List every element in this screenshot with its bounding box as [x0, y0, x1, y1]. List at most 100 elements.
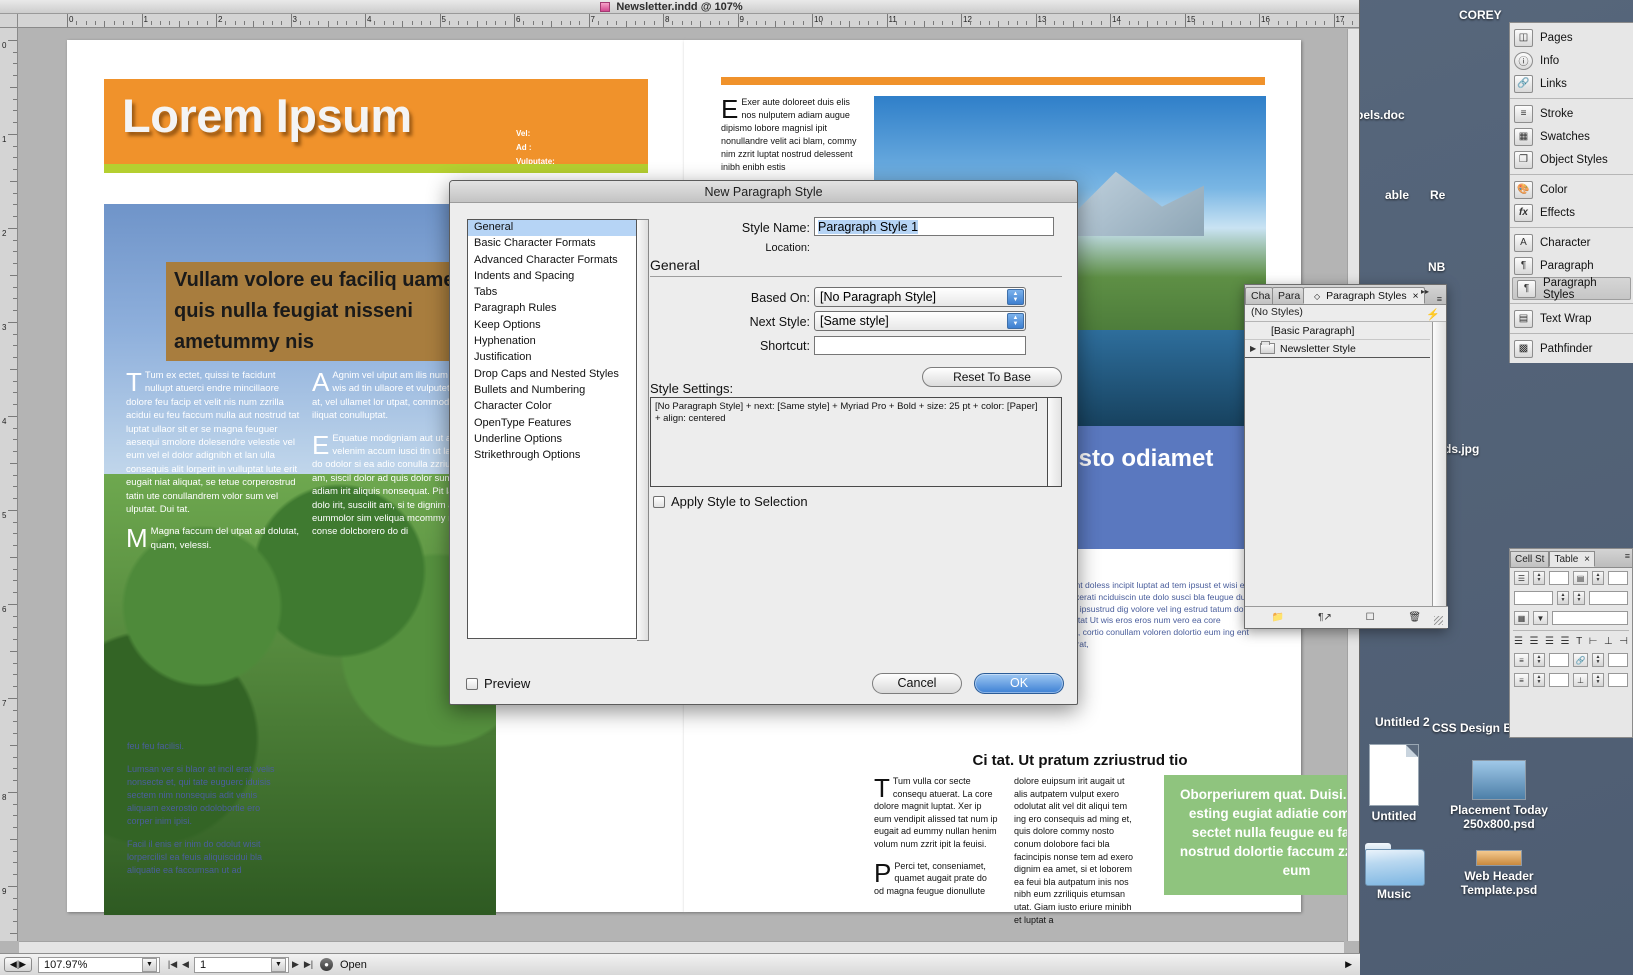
status-overflow-arrow[interactable]: ▶ — [1345, 959, 1352, 970]
tab-paragraph[interactable]: Para — [1272, 287, 1304, 304]
tab-paragraph-styles[interactable]: ◇ Paragraph Styles × — [1303, 287, 1425, 304]
new-doc-icon[interactable]: ☐ — [1366, 612, 1375, 623]
delete-icon[interactable]: 🗑 — [1408, 612, 1421, 623]
ok-button[interactable]: OK — [974, 673, 1064, 694]
close-icon[interactable]: × — [1413, 290, 1419, 302]
dialog-category-hyphenation[interactable]: Hyphenation — [468, 334, 636, 350]
expand-triangle-icon[interactable]: ▶ — [1250, 344, 1260, 353]
clear-overrides-icon[interactable]: ⚡ — [1426, 308, 1440, 321]
last-page-icon[interactable]: ▶| — [302, 959, 315, 970]
prev-page-icon[interactable]: ◀ — [179, 959, 192, 970]
dock-item-character[interactable]: A Character — [1510, 231, 1633, 254]
first-page-icon[interactable]: |◀ — [166, 959, 179, 970]
inset-bottom-icon[interactable]: ⊥ — [1604, 636, 1613, 647]
rows-icon[interactable]: ☰ — [1514, 571, 1529, 585]
row-height-stepper[interactable]: ▲ ▼ — [1533, 653, 1545, 667]
dock-item-pages[interactable]: ◫ Pages — [1510, 26, 1633, 49]
dialog-category-opentype-features[interactable]: OpenType Features — [468, 416, 636, 432]
desktop-icon-web-header-template[interactable]: Web Header Template.psd — [1440, 850, 1558, 898]
zoom-stepper-button[interactable]: ◀|▶ — [4, 957, 32, 972]
style-name-input[interactable]: Paragraph Style 1 — [814, 217, 1054, 236]
align-justify-icon[interactable]: ☰ — [1561, 636, 1570, 647]
resize-grip[interactable] — [1434, 616, 1443, 625]
tab-cell-styles[interactable]: Cell St — [1510, 551, 1550, 567]
columns-stepper[interactable]: ▲ ▼ — [1592, 571, 1604, 585]
new-group-icon[interactable]: 📁 — [1272, 612, 1284, 623]
inset-bottom-icon[interactable]: ⊥ — [1573, 673, 1588, 687]
dock-item-object-styles[interactable]: ❐ Object Styles — [1510, 148, 1633, 171]
collapse-panel-icon[interactable]: ▸▸ — [1421, 287, 1429, 296]
tab-table[interactable]: Table × — [1549, 551, 1595, 567]
dock-item-paragraph[interactable]: ¶ Paragraph — [1510, 254, 1633, 277]
row-height-input[interactable] — [1549, 653, 1569, 667]
desktop-icon-music[interactable]: Music — [1348, 840, 1440, 902]
dock-item-info[interactable]: ⓘ Info — [1510, 49, 1633, 72]
tab-character-styles[interactable]: Cha — [1245, 287, 1273, 304]
columns-icon[interactable]: ▤ — [1573, 571, 1588, 585]
dialog-category-underline-options[interactable]: Underline Options — [468, 432, 636, 448]
globe-icon[interactable]: ● — [320, 958, 333, 971]
dock-item-effects[interactable]: fx Effects — [1510, 201, 1633, 224]
cancel-button[interactable]: Cancel — [872, 673, 962, 694]
next-style-dropdown[interactable]: [Same style] ▲ ▼ — [814, 311, 1026, 331]
inset-input[interactable] — [1608, 653, 1628, 667]
dialog-category-indents-and-spacing[interactable]: Indents and Spacing — [468, 269, 636, 285]
dock-item-paragraph-styles[interactable]: ¶ Paragraph Styles — [1512, 277, 1631, 301]
width-stepper[interactable]: ▲ ▼ — [1573, 591, 1585, 605]
row-depth-input[interactable] — [1549, 673, 1569, 687]
desktop-icon-placement-today[interactable]: Placement Today 250x800.psd — [1440, 760, 1558, 832]
stepper-icon[interactable]: ▲ ▼ — [1007, 313, 1024, 329]
chevron-down-icon[interactable]: ▼ — [271, 957, 286, 972]
dialog-category-advanced-character-formats[interactable]: Advanced Character Formats — [468, 253, 636, 269]
rows-stepper[interactable]: ▲ ▼ — [1533, 571, 1545, 585]
align-top-icon[interactable]: ☰ — [1514, 636, 1523, 647]
panel-menu-icon[interactable]: ≡ — [1625, 551, 1630, 561]
inset-right-icon[interactable]: ⊣ — [1619, 636, 1628, 647]
width-input[interactable] — [1589, 591, 1628, 605]
horizontal-ruler[interactable]: 0 1 2 3 4 5 6 7 8 9 10 11 12 13 14 15 16 17 — [18, 14, 1359, 28]
ruler-corner[interactable] — [0, 14, 18, 28]
table-style-input[interactable] — [1552, 611, 1628, 625]
dialog-category-general[interactable]: General — [468, 220, 636, 237]
dock-item-pathfinder[interactable]: ▩ Pathfinder — [1510, 337, 1633, 360]
dock-item-color[interactable]: 🎨 Color — [1510, 178, 1633, 201]
style-row-newsletter-style[interactable]: ▶ Newsletter Style — [1245, 340, 1430, 358]
text-icon[interactable]: T — [1576, 636, 1582, 647]
paragraph-styles-list[interactable]: [Basic Paragraph] ▶ Newsletter Style — [1245, 322, 1430, 607]
stepper-icon[interactable]: ▲ ▼ — [1007, 289, 1024, 305]
horizontal-scrollbar[interactable] — [19, 941, 1344, 953]
close-icon[interactable]: × — [1584, 554, 1590, 565]
apply-style-to-selection-row[interactable]: Apply Style to Selection — [653, 494, 808, 509]
category-list-scrollbar[interactable] — [637, 219, 649, 641]
style-settings-scrollbar[interactable] — [1048, 397, 1062, 487]
height-stepper[interactable]: ▲ ▼ — [1557, 591, 1569, 605]
reset-to-base-button[interactable]: Reset To Base — [922, 367, 1062, 387]
align-bottom-icon[interactable]: ☰ — [1545, 636, 1554, 647]
chevron-down-icon[interactable]: ▼ — [1533, 611, 1548, 625]
preview-row[interactable]: Preview — [466, 676, 530, 691]
dock-item-swatches[interactable]: ▦ Swatches — [1510, 125, 1633, 148]
dialog-category-paragraph-rules[interactable]: Paragraph Rules — [468, 301, 636, 317]
dialog-category-keep-options[interactable]: Keep Options — [468, 318, 636, 334]
green-callout-box[interactable]: Oborperiurem quat. Duisi. Tatumsan estin… — [1164, 775, 1359, 895]
dialog-category-strikethrough-options[interactable]: Strikethrough Options — [468, 448, 636, 464]
panel-menu-icon[interactable]: ≡ — [1437, 294, 1442, 304]
vertical-ruler[interactable]: 0 1 2 3 4 5 6 7 8 9 — [0, 28, 18, 941]
dock-item-stroke[interactable]: ≡ Stroke — [1510, 102, 1633, 125]
dock-item-links[interactable]: 🔗 Links — [1510, 72, 1633, 95]
dialog-category-list[interactable]: General Basic Character Formats Advanced C… — [467, 219, 637, 639]
link-icon[interactable]: 🔗 — [1573, 653, 1588, 667]
dialog-category-bullets-and-numbering[interactable]: Bullets and Numbering — [468, 383, 636, 399]
inset-bottom-stepper[interactable]: ▲ ▼ — [1592, 673, 1604, 687]
dialog-category-drop-caps-and-nested-styles[interactable]: Drop Caps and Nested Styles — [468, 367, 636, 383]
columns-input[interactable] — [1608, 571, 1628, 585]
dialog-category-basic-character-formats[interactable]: Basic Character Formats — [468, 236, 636, 252]
dialog-category-justification[interactable]: Justification — [468, 350, 636, 366]
new-style-icon[interactable]: ¶↗ — [1318, 612, 1332, 623]
height-input[interactable] — [1514, 591, 1553, 605]
document-title-bar[interactable]: Newsletter.indd @ 107% — [0, 0, 1359, 14]
inset-left-icon[interactable]: ⊢ — [1589, 636, 1598, 647]
masthead-banner[interactable]: Lorem Ipsum Vel: Ad : Vulputate: — [104, 79, 648, 166]
style-row-basic-paragraph[interactable]: [Basic Paragraph] — [1245, 322, 1430, 340]
preview-checkbox[interactable] — [466, 677, 478, 690]
